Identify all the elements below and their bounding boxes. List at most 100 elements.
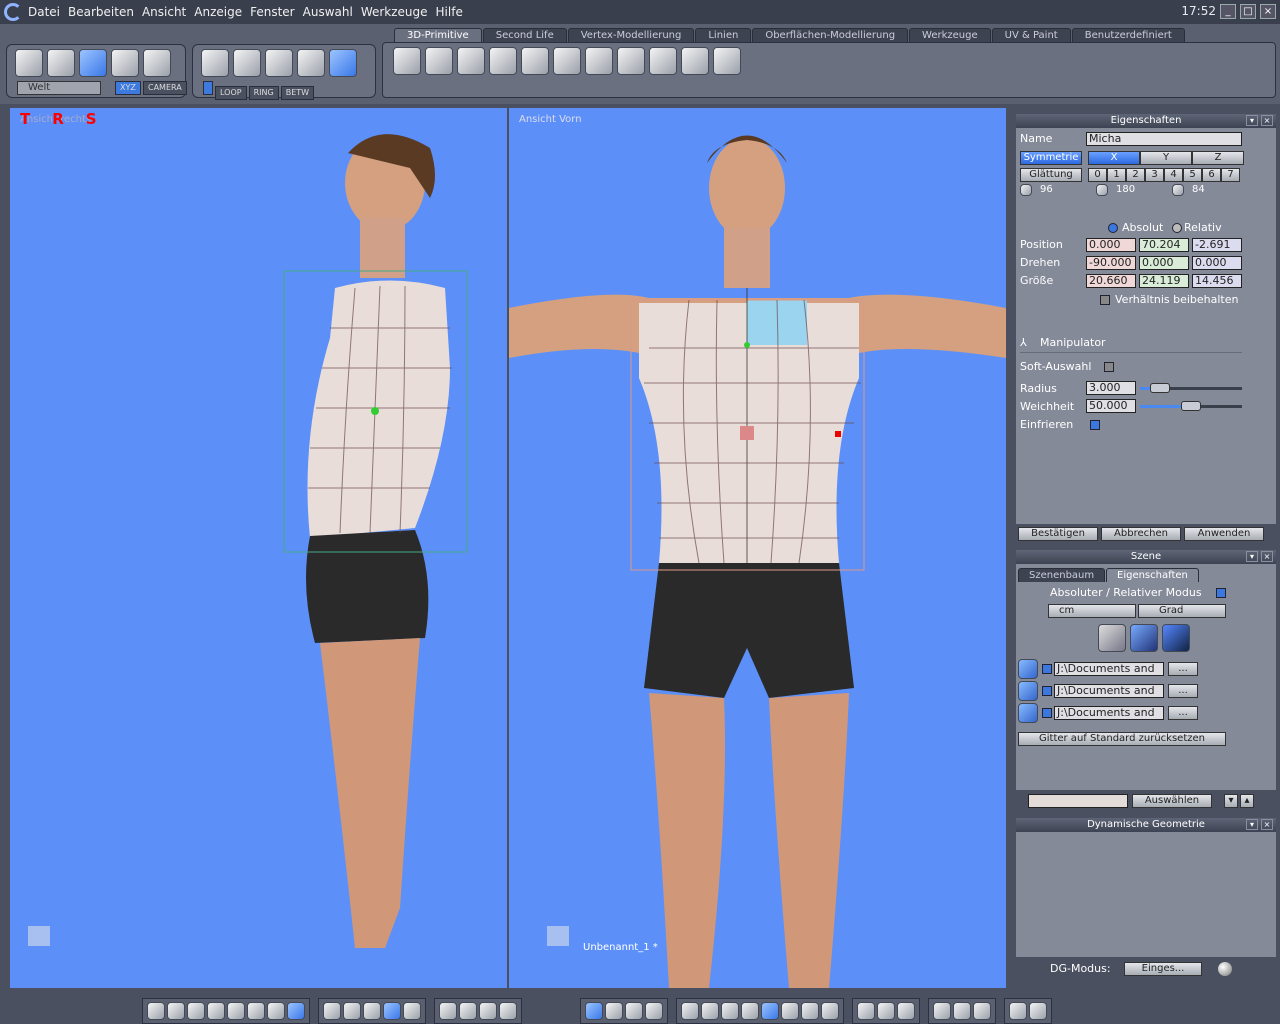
select-loop-button[interactable]: LOOP: [215, 86, 247, 100]
grid-enable-checkbox[interactable]: [1042, 686, 1052, 696]
quad-view-icon[interactable]: [167, 1002, 185, 1020]
menu-anzeige[interactable]: Anzeige: [194, 5, 242, 19]
environment-icon[interactable]: [877, 1002, 895, 1020]
grid-blue-icon[interactable]: [383, 1002, 401, 1020]
relative-radio[interactable]: [1172, 223, 1182, 233]
move-down-button[interactable]: ▾: [1224, 794, 1238, 808]
close-icon[interactable]: ×: [1261, 115, 1273, 126]
position-x-input[interactable]: 0.000: [1086, 238, 1136, 252]
two-view-horizontal-icon[interactable]: [267, 1002, 285, 1020]
tab-second-life[interactable]: Second Life: [482, 28, 567, 42]
softness-slider[interactable]: [1140, 401, 1242, 411]
smoothing-level-0[interactable]: 0: [1088, 168, 1107, 182]
position-z-input[interactable]: -2.691: [1192, 238, 1242, 252]
browse-button[interactable]: ...: [1168, 706, 1198, 720]
grid-enable-checkbox[interactable]: [1042, 664, 1052, 674]
menu-datei[interactable]: Datei: [28, 5, 60, 19]
position-y-input[interactable]: 70.204: [1139, 238, 1189, 252]
tweak-tool-icon[interactable]: [79, 49, 107, 77]
angle-dropdown[interactable]: Grad: [1138, 604, 1226, 618]
grid-enable-checkbox[interactable]: [1042, 708, 1052, 718]
text-icon[interactable]: [713, 47, 741, 75]
material-icon[interactable]: [857, 1002, 875, 1020]
grid-plane-icon[interactable]: [1018, 659, 1038, 679]
tab-werkzeuge[interactable]: Werkzeuge: [909, 28, 991, 42]
tab-vertex-modellierung[interactable]: Vertex-Modellierung: [567, 28, 695, 42]
cylinder-icon[interactable]: [521, 47, 549, 75]
radius-input[interactable]: 3.000: [1086, 381, 1136, 395]
drehen-y-input[interactable]: 0.000: [1139, 256, 1189, 270]
softness-input[interactable]: 50.000: [1086, 399, 1136, 413]
three-view-top-icon[interactable]: [187, 1002, 205, 1020]
cube-outline-icon[interactable]: [933, 1002, 951, 1020]
größe-y-input[interactable]: 24.119: [1139, 274, 1189, 288]
minimize-button[interactable]: _: [1220, 4, 1236, 19]
xray-icon[interactable]: [781, 1002, 799, 1020]
pan-icon[interactable]: [459, 1002, 477, 1020]
grid-floor-icon[interactable]: [1098, 624, 1126, 652]
tab-benutzerdefiniert[interactable]: Benutzerdefiniert: [1071, 28, 1185, 42]
matte-sphere-icon[interactable]: [801, 1002, 819, 1020]
scale-icon[interactable]: [645, 1002, 663, 1020]
tab-3d-primitive[interactable]: 3D-Primitive: [394, 28, 482, 42]
grid-image-path-input[interactable]: J:\Documents and: [1054, 684, 1164, 698]
cone-icon[interactable]: [553, 47, 581, 75]
cube-vertex-icon[interactable]: [201, 49, 229, 77]
tab-scene-properties[interactable]: Eigenschaften: [1106, 568, 1199, 582]
menu-hilfe[interactable]: Hilfe: [436, 5, 463, 19]
cancel-button[interactable]: Abbrechen: [1101, 527, 1181, 541]
größe-x-input[interactable]: 20.660: [1086, 274, 1136, 288]
three-view-right-icon[interactable]: [227, 1002, 245, 1020]
xyz-button[interactable]: XYZ: [115, 81, 141, 95]
collapse-icon[interactable]: ▾: [1246, 551, 1258, 562]
confirm-button[interactable]: Bestätigen: [1018, 527, 1098, 541]
close-icon[interactable]: ×: [1261, 819, 1273, 830]
cube-face-icon[interactable]: [233, 49, 261, 77]
paint-select-icon[interactable]: [203, 81, 213, 95]
two-view-vertical-icon[interactable]: [287, 1002, 305, 1020]
browse-button[interactable]: ...: [1168, 662, 1198, 676]
cube-point-icon[interactable]: [297, 49, 325, 77]
drehen-x-input[interactable]: -90.000: [1086, 256, 1136, 270]
geosphere-icon[interactable]: [681, 47, 709, 75]
plane-icon[interactable]: [457, 47, 485, 75]
smoothing-level-7[interactable]: 7: [1221, 168, 1240, 182]
move-icon[interactable]: [605, 1002, 623, 1020]
rotate-icon[interactable]: [625, 1002, 643, 1020]
smoothing-level-1[interactable]: 1: [1107, 168, 1126, 182]
grid-image-path-input[interactable]: J:\Documents and: [1054, 662, 1164, 676]
browse-button[interactable]: ...: [1168, 684, 1198, 698]
lights-icon[interactable]: [897, 1002, 915, 1020]
grid-icon[interactable]: [489, 47, 517, 75]
zoom-icon[interactable]: [479, 1002, 497, 1020]
pyramid-icon[interactable]: [585, 47, 613, 75]
grid-plane-icon[interactable]: [1018, 681, 1038, 701]
render-icon[interactable]: [1009, 1002, 1027, 1020]
absolute-radio[interactable]: [1108, 223, 1118, 233]
shiny-sphere-icon[interactable]: [821, 1002, 839, 1020]
sphere-icon[interactable]: [425, 47, 453, 75]
smooth-shaded-icon[interactable]: [761, 1002, 779, 1020]
menu-fenster[interactable]: Fenster: [250, 5, 295, 19]
select-ring-button[interactable]: RING: [248, 86, 279, 100]
grid-green-icon[interactable]: [403, 1002, 421, 1020]
select-input[interactable]: [1028, 794, 1128, 808]
camera-button[interactable]: CAMERA: [143, 81, 187, 95]
symmetry-axis-z[interactable]: Z: [1192, 151, 1244, 165]
radius-slider-thumb[interactable]: [1150, 383, 1171, 393]
softness-slider-thumb[interactable]: [1181, 401, 1201, 411]
maximize-button[interactable]: □: [1240, 4, 1256, 19]
radius-slider[interactable]: [1140, 383, 1242, 393]
menu-bearbeiten[interactable]: Bearbeiten: [68, 5, 134, 19]
tab-oberfl-chen-modellierung[interactable]: Oberflächen-Modellierung: [752, 28, 909, 42]
zoom-extents-icon[interactable]: [439, 1002, 457, 1020]
lock-icon[interactable]: [343, 1002, 361, 1020]
book-icon[interactable]: [973, 1002, 991, 1020]
orbit-icon[interactable]: [499, 1002, 517, 1020]
lasso-icon[interactable]: [111, 49, 139, 77]
freeze-checkbox[interactable]: [1090, 420, 1100, 430]
grid-wall-icon[interactable]: [1162, 624, 1190, 652]
single-view-icon[interactable]: [147, 1002, 165, 1020]
undo-arrow-icon[interactable]: [47, 49, 75, 77]
cube-auto-icon[interactable]: [329, 49, 357, 77]
